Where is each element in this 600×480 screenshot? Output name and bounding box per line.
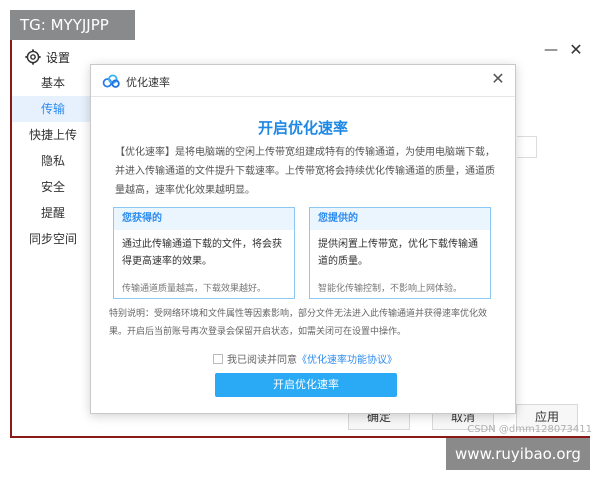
card-note: 传输通道质量越高，下载效果越好。 bbox=[122, 284, 267, 294]
background-input-field[interactable] bbox=[517, 136, 537, 158]
sidebar-item-transfer[interactable]: 传输 bbox=[12, 96, 94, 122]
card-note: 智能化传输控制，不影响上网体验。 bbox=[318, 284, 463, 294]
sidebar-item-privacy[interactable]: 隐私 bbox=[12, 148, 94, 174]
agreement-link[interactable]: 《优化速率功能协议》 bbox=[297, 355, 397, 366]
site-watermark-tag: www.ruyibao.org bbox=[446, 438, 590, 470]
card-title: 您获得的 bbox=[114, 208, 294, 230]
enable-optimize-button[interactable]: 开启优化速率 bbox=[215, 373, 397, 397]
special-notice: 特别说明：受网络环境和文件属性等因素影响，部分文件无法进入此传输通道并获得速率优… bbox=[109, 309, 488, 337]
card-body: 通过此传输通道下载的文件，将会获得更高速率的效果。 bbox=[122, 239, 282, 267]
dialog-header: 优化速率 ✕ bbox=[91, 65, 515, 97]
sidebar-item-sync-space[interactable]: 同步空间 bbox=[12, 226, 94, 252]
sidebar-item-quick-upload[interactable]: 快捷上传 bbox=[12, 122, 94, 148]
close-window-button[interactable]: ✕ bbox=[566, 40, 586, 60]
settings-title: 设置 bbox=[46, 51, 71, 65]
agreement-row: 我已阅读并同意《优化速率功能协议》 bbox=[213, 351, 397, 366]
cloud-logo-icon bbox=[102, 74, 120, 88]
dialog-title: 优化速率 bbox=[126, 76, 170, 89]
optimize-speed-dialog: 优化速率 ✕ 开启优化速率 【优化速率】是将电脑端的空闲上传带宽组建成特有的传输… bbox=[90, 64, 516, 414]
gear-icon bbox=[25, 49, 41, 65]
csdn-watermark: CSDN @dmm128073411 bbox=[467, 424, 592, 435]
benefit-card-provide: 您提供的 提供闲置上传带宽，优化下载传输通道的质量。 智能化传输控制，不影响上网… bbox=[309, 207, 491, 299]
watermark-tag: TG: MYYJJPP bbox=[10, 10, 135, 40]
dialog-description: 【优化速率】是将电脑端的空闲上传带宽组建成特有的传输通道，为使用电脑端下载，并进… bbox=[115, 147, 495, 196]
benefit-card-get: 您获得的 通过此传输通道下载的文件，将会获得更高速率的效果。 传输通道质量越高，… bbox=[113, 207, 295, 299]
agreement-checkbox[interactable] bbox=[213, 354, 223, 364]
sidebar-item-security[interactable]: 安全 bbox=[12, 174, 94, 200]
settings-sidebar: 基本 传输 快捷上传 隐私 安全 提醒 同步空间 bbox=[12, 70, 94, 252]
dialog-heading: 开启优化速率 bbox=[257, 119, 348, 137]
dialog-close-button[interactable]: ✕ bbox=[489, 69, 507, 88]
card-body: 提供闲置上传带宽，优化下载传输通道的质量。 bbox=[318, 239, 478, 267]
agreement-text: 我已阅读并同意 bbox=[227, 355, 297, 366]
sidebar-item-reminder[interactable]: 提醒 bbox=[12, 200, 94, 226]
minimize-button[interactable]: — bbox=[542, 42, 560, 60]
card-title: 您提供的 bbox=[310, 208, 490, 230]
sidebar-item-basic[interactable]: 基本 bbox=[12, 70, 94, 96]
